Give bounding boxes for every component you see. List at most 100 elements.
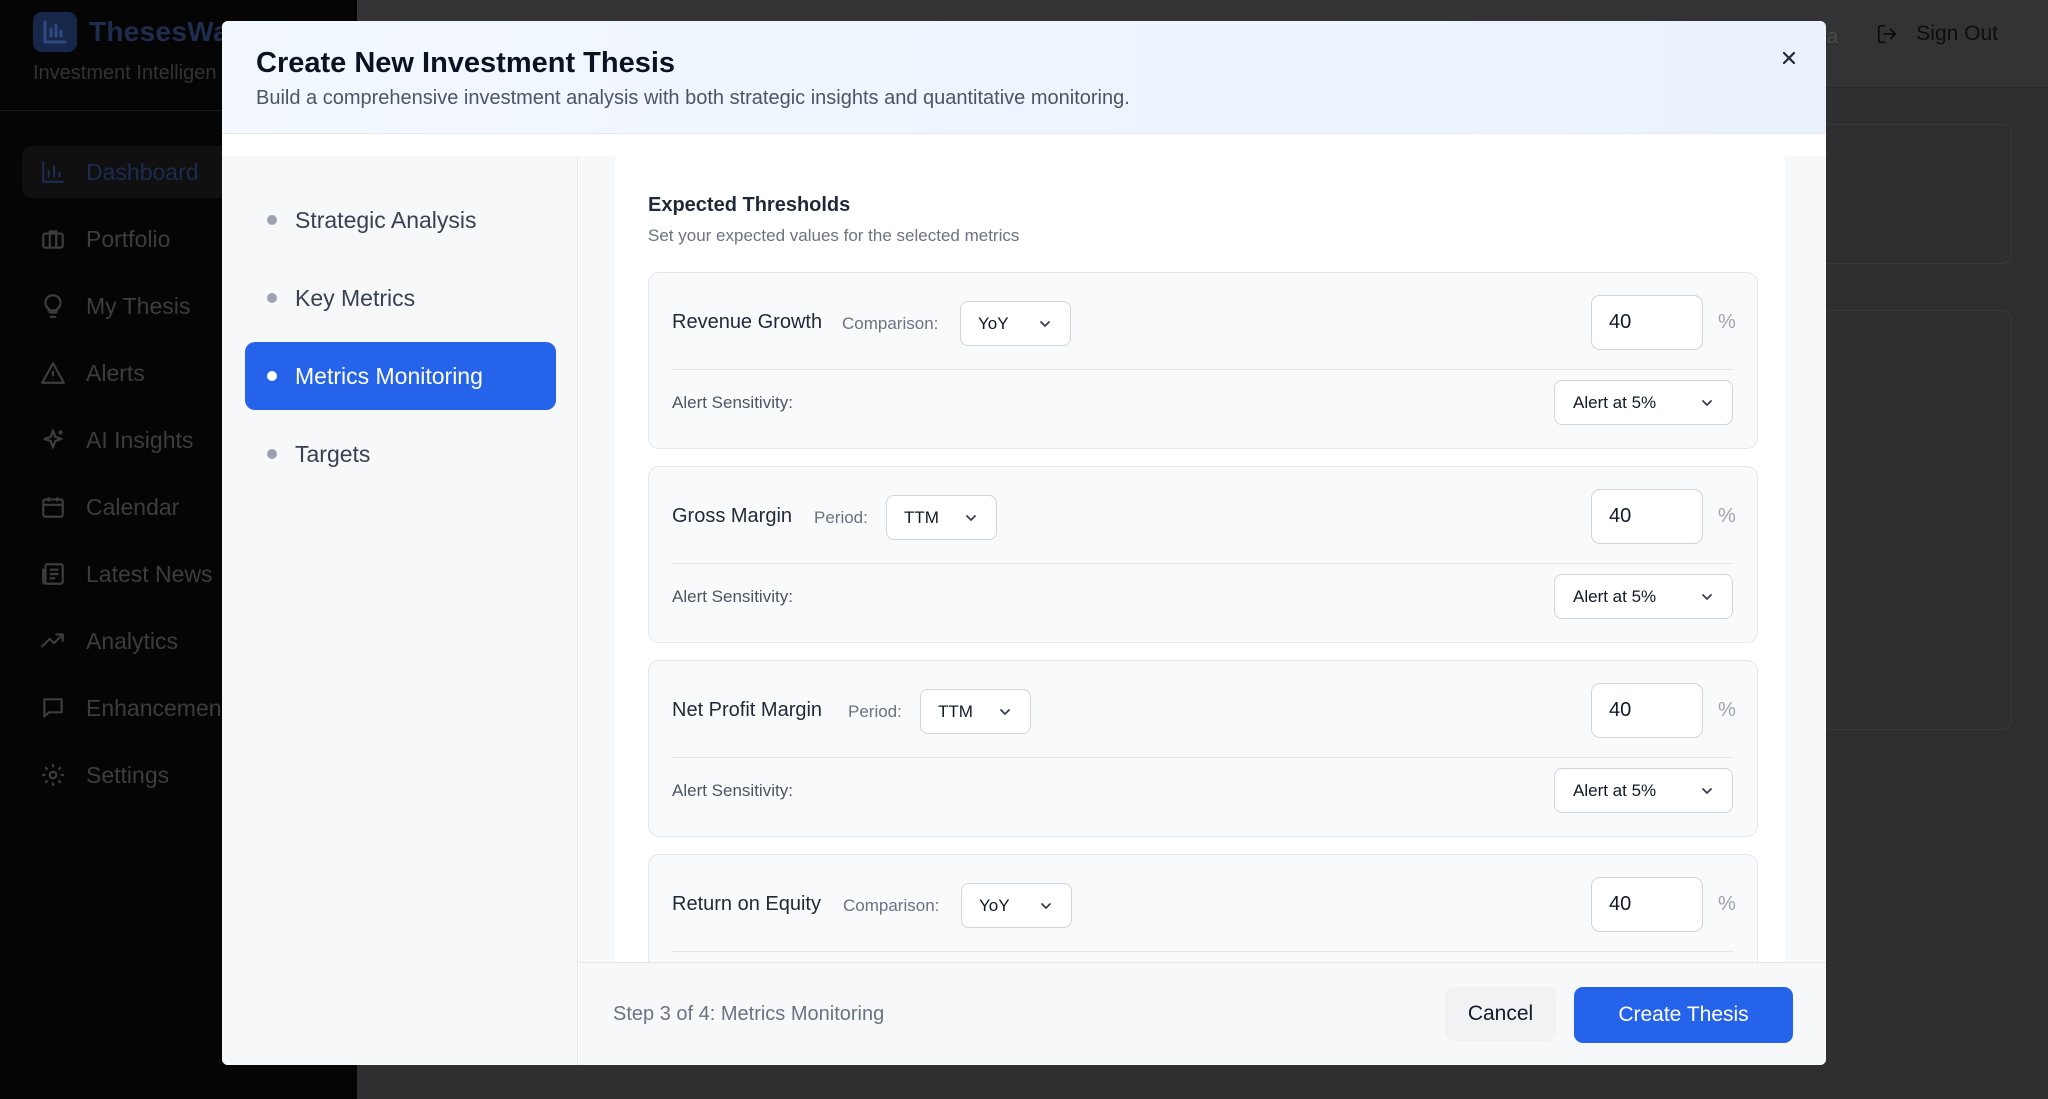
- sidebar-item-label: Dashboard: [86, 158, 199, 185]
- chevron-down-icon: [1041, 902, 1051, 909]
- bar-chart-icon: [42, 161, 64, 183]
- metric-name: Net Profit Margin: [672, 699, 823, 721]
- thresholds-card: Expected Thresholds Set your expected va…: [615, 156, 1785, 962]
- period-label: Period:: [848, 702, 902, 721]
- step-indicator: Step 3 of 4: Metrics Monitoring: [613, 1003, 885, 1025]
- step-strategic-analysis[interactable]: Strategic Analysis: [245, 186, 556, 254]
- chevron-down-icon: [966, 514, 976, 521]
- comparison-label: Comparison:: [843, 896, 940, 915]
- sparkles-icon: [43, 429, 63, 449]
- step-label: Targets: [295, 440, 371, 467]
- step-metrics-monitoring[interactable]: Metrics Monitoring: [245, 342, 556, 410]
- comparison-value: YoY: [979, 895, 1010, 915]
- alert-sensitivity-value: Alert at 5%: [1573, 586, 1657, 606]
- threshold-input[interactable]: [1591, 877, 1703, 932]
- period-value: TTM: [904, 507, 939, 527]
- trending-up-icon: [41, 633, 64, 648]
- step-key-metrics[interactable]: Key Metrics: [245, 264, 556, 332]
- modal-header: Create New Investment Thesis Build a com…: [222, 21, 1826, 134]
- step-label: Key Metrics: [295, 284, 416, 311]
- alert-sensitivity-label: Alert Sensitivity:: [672, 781, 793, 800]
- metric-card-return-on-equity: Return on Equity Comparison: YoY %: [648, 854, 1758, 962]
- alert-sensitivity-label: Alert Sensitivity:: [672, 393, 793, 412]
- step-targets[interactable]: Targets: [245, 420, 556, 488]
- alert-sensitivity-label: Alert Sensitivity:: [672, 587, 793, 606]
- sidebar-item-label: Alerts: [86, 359, 145, 386]
- alert-sensitivity-value: Alert at 5%: [1573, 392, 1657, 412]
- create-thesis-button[interactable]: Create Thesis: [1574, 987, 1793, 1043]
- alert-sensitivity-select[interactable]: Alert at 5%: [1554, 380, 1733, 425]
- sidebar-item-label: Portfolio: [86, 225, 171, 252]
- gear-icon: [42, 764, 64, 786]
- chevron-down-icon: [1040, 320, 1050, 327]
- step-label: Strategic Analysis: [295, 206, 477, 233]
- metric-name: Gross Margin: [672, 505, 793, 527]
- sidebar-item-label: Calendar: [86, 493, 180, 520]
- message-square-icon: [43, 698, 63, 718]
- period-select[interactable]: TTM: [886, 495, 997, 540]
- percent-unit: %: [1718, 699, 1736, 721]
- percent-unit: %: [1718, 893, 1736, 915]
- metric-card-gross-margin: Gross Margin Period: TTM % Alert Sensiti…: [648, 466, 1758, 643]
- sidebar-item-label: Analytics: [86, 627, 179, 654]
- comparison-label: Comparison:: [842, 314, 939, 333]
- percent-unit: %: [1718, 505, 1736, 527]
- sign-out-button[interactable]: Sign Out: [1876, 22, 1998, 46]
- warning-icon: [41, 362, 65, 384]
- divider: [672, 563, 1734, 564]
- close-button[interactable]: [1774, 43, 1804, 73]
- sidebar-item-label: AI Insights: [86, 426, 194, 453]
- steps-panel: Strategic Analysis Key Metrics Metrics M…: [222, 156, 578, 1065]
- calendar-icon: [42, 497, 64, 518]
- sidebar-item-label: My Thesis: [86, 292, 191, 319]
- chevron-down-icon: [1702, 593, 1712, 600]
- divider: [672, 757, 1734, 758]
- percent-unit: %: [1718, 311, 1736, 333]
- brand-tagline: Investment Intelligen: [33, 62, 217, 84]
- close-icon: [1782, 51, 1796, 65]
- create-thesis-modal: Create New Investment Thesis Build a com…: [222, 21, 1826, 1065]
- lightbulb-icon: [44, 294, 62, 318]
- brand[interactable]: ThesesWa: [33, 12, 229, 52]
- log-out-icon: [1878, 24, 1897, 44]
- user-name-fragment: a: [1826, 26, 1838, 48]
- step-dot: [267, 371, 277, 381]
- period-select[interactable]: TTM: [920, 689, 1031, 734]
- metric-card-net-profit-margin: Net Profit Margin Period: TTM % Alert Se…: [648, 660, 1758, 837]
- modal-footer: Step 3 of 4: Metrics Monitoring Cancel C…: [579, 962, 1826, 1065]
- brand-name: ThesesWa: [89, 16, 229, 47]
- metric-name: Revenue Growth: [672, 311, 823, 333]
- bar-chart-logo-icon: [33, 12, 77, 52]
- section-subtitle: Set your expected values for the selecte…: [648, 226, 1020, 245]
- newspaper-icon: [42, 563, 64, 585]
- modal-title: Create New Investment Thesis: [256, 47, 676, 79]
- alert-sensitivity-select[interactable]: Alert at 5%: [1554, 768, 1733, 813]
- step-dot: [267, 449, 277, 459]
- sidebar-item-label: Enhancemen: [86, 694, 222, 721]
- chevron-down-icon: [1702, 399, 1712, 406]
- metric-name: Return on Equity: [672, 893, 821, 915]
- threshold-input[interactable]: [1591, 489, 1703, 544]
- sidebar-item-label: Latest News: [86, 560, 213, 587]
- modal-subtitle: Build a comprehensive investment analysi…: [256, 87, 1130, 109]
- period-value: TTM: [938, 701, 973, 721]
- section-title: Expected Thresholds: [648, 194, 851, 216]
- alert-sensitivity-select[interactable]: Alert at 5%: [1554, 574, 1733, 619]
- threshold-input[interactable]: [1591, 683, 1703, 738]
- threshold-input[interactable]: [1591, 295, 1703, 350]
- step-label: Metrics Monitoring: [295, 362, 483, 389]
- sign-out-label: Sign Out: [1916, 22, 1998, 45]
- divider: [672, 369, 1734, 370]
- cancel-button[interactable]: Cancel: [1445, 987, 1556, 1041]
- divider: [672, 951, 1734, 952]
- period-label: Period:: [814, 508, 868, 527]
- content-scroll-area[interactable]: Expected Thresholds Set your expected va…: [579, 156, 1826, 962]
- sidebar-item-label: Settings: [86, 761, 170, 788]
- briefcase-icon: [42, 230, 64, 249]
- comparison-select[interactable]: YoY: [960, 301, 1071, 346]
- step-dot: [267, 293, 277, 303]
- step-dot: [267, 215, 277, 225]
- comparison-select[interactable]: YoY: [961, 883, 1072, 928]
- chevron-down-icon: [1702, 787, 1712, 794]
- alert-sensitivity-value: Alert at 5%: [1573, 780, 1657, 800]
